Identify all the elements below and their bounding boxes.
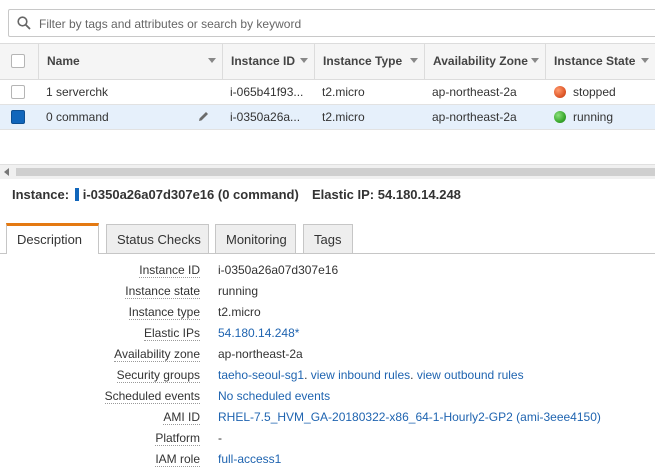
property-platform: Platform - <box>0 430 600 451</box>
table-row[interactable]: 0 command i-0350a26a... t2.micro ap-nort… <box>0 105 655 130</box>
tab-status-checks[interactable]: Status Checks <box>106 224 209 253</box>
column-header-label: Availability Zone <box>433 54 528 68</box>
scheduled-events-link[interactable]: No scheduled events <box>218 388 330 405</box>
detail-tabs: Description Status Checks Monitoring Tag… <box>0 222 655 254</box>
elastic-ip-label: Elastic IP: <box>312 187 375 202</box>
instance-id: i-065b41f93... <box>230 85 304 99</box>
property-label: IAM role <box>155 452 200 467</box>
property-value: running <box>218 284 259 298</box>
column-header-label: Instance ID <box>231 54 296 68</box>
sort-caret-icon <box>208 58 216 63</box>
instance-type: t2.micro <box>322 85 365 99</box>
table-row[interactable]: 1 serverchk i-065b41f93... t2.micro ap-n… <box>0 80 655 105</box>
property-label: Instance ID <box>139 263 200 278</box>
property-label: Instance type <box>128 305 200 320</box>
property-value: ap-northeast-2a <box>218 347 303 361</box>
search-input[interactable] <box>37 13 641 35</box>
instance-summary-label: Instance: <box>12 187 70 202</box>
scroll-left-arrow-icon[interactable] <box>4 168 9 176</box>
select-all-checkbox[interactable] <box>11 54 25 68</box>
instance-id: i-0350a26a... <box>230 110 301 124</box>
property-label: Platform <box>155 431 200 446</box>
property-label: Security groups <box>116 368 200 383</box>
separator: . <box>304 368 308 382</box>
property-value: i-0350a26a07d307e16 <box>218 263 339 277</box>
property-ami-id: AMI ID RHEL-7.5_HVM_GA-20180322-x86_64-1… <box>0 409 601 430</box>
property-elastic-ips: Elastic IPs 54.180.14.248* <box>0 325 600 346</box>
separator: . <box>410 368 414 382</box>
property-iam-role: IAM role full-access1 <box>0 451 600 472</box>
property-label: Scheduled events <box>104 389 200 404</box>
iam-role-link[interactable]: full-access1 <box>218 451 281 468</box>
tab-monitoring[interactable]: Monitoring <box>215 224 296 253</box>
security-groups-value: taeho-seoul-sg1. view inbound rules. vie… <box>218 367 524 384</box>
property-label: Instance state <box>125 284 200 299</box>
tab-description[interactable]: Description <box>6 223 99 254</box>
instance-state: stopped <box>573 85 616 99</box>
edit-pencil-icon[interactable] <box>197 110 210 123</box>
column-header-name[interactable]: Name <box>38 44 222 79</box>
security-group-link[interactable]: taeho-seoul-sg1 <box>218 368 304 382</box>
availability-zone: ap-northeast-2a <box>432 85 517 99</box>
tab-tags[interactable]: Tags <box>303 224 353 253</box>
sort-caret-icon <box>641 58 649 63</box>
property-availability-zone: Availability zone ap-northeast-2a <box>0 346 600 367</box>
property-label: Elastic IPs <box>143 326 200 341</box>
property-scheduled-events: Scheduled events No scheduled events <box>0 388 600 409</box>
instance-name: 1 serverchk <box>46 85 109 99</box>
selection-marker <box>74 188 79 201</box>
property-value: t2.micro <box>218 305 261 319</box>
instance-summary: Instance: i-0350a26a07d307e16 (0 command… <box>12 187 461 202</box>
elastic-ip-link[interactable]: 54.180.14.248* <box>218 325 299 342</box>
column-header-label: Instance Type <box>323 54 403 68</box>
column-header-instance-state[interactable]: Instance State <box>545 44 655 79</box>
view-outbound-rules-link[interactable]: view outbound rules <box>417 368 524 382</box>
instance-state: running <box>573 110 614 124</box>
availability-zone: ap-northeast-2a <box>432 110 517 124</box>
sort-caret-icon <box>531 58 539 63</box>
stopped-status-icon <box>554 86 566 98</box>
property-security-groups: Security groups taeho-seoul-sg1. view in… <box>0 367 600 388</box>
scrollbar-thumb[interactable] <box>16 168 655 176</box>
property-label: Availability zone <box>114 347 200 362</box>
property-instance-state: Instance state running <box>0 283 600 304</box>
running-status-icon <box>554 111 566 123</box>
sort-caret-icon <box>300 58 308 63</box>
instance-type: t2.micro <box>322 110 365 124</box>
filter-search-box[interactable] <box>8 9 655 37</box>
row-checkbox[interactable] <box>11 110 25 124</box>
elastic-ip-value: 54.180.14.248 <box>377 187 461 202</box>
property-label: AMI ID <box>163 410 200 425</box>
column-header-instance-id[interactable]: Instance ID <box>222 44 314 79</box>
ami-id-link[interactable]: RHEL-7.5_HVM_GA-20180322-x86_64-1-Hourly… <box>218 409 601 426</box>
column-header-label: Instance State <box>554 54 636 68</box>
property-instance-id: Instance ID i-0350a26a07d307e16 <box>0 262 600 283</box>
elastic-ip-summary: Elastic IP: 54.180.14.248 <box>312 187 461 202</box>
table-horizontal-scrollbar[interactable] <box>0 164 655 179</box>
view-inbound-rules-link[interactable]: view inbound rules <box>311 368 410 382</box>
sort-caret-icon <box>410 58 418 63</box>
column-header-instance-type[interactable]: Instance Type <box>314 44 424 79</box>
instance-summary-value: i-0350a26a07d307e16 (0 command) <box>82 187 299 202</box>
search-icon <box>17 16 31 30</box>
column-header-label: Name <box>47 54 80 68</box>
property-value: - <box>218 431 222 445</box>
row-checkbox[interactable] <box>11 85 25 99</box>
column-header-availability-zone[interactable]: Availability Zone <box>424 44 545 79</box>
instance-name: 0 command <box>46 110 109 124</box>
table-header: Name Instance ID Instance Type Availabil… <box>0 43 655 80</box>
property-instance-type: Instance type t2.micro <box>0 304 600 325</box>
